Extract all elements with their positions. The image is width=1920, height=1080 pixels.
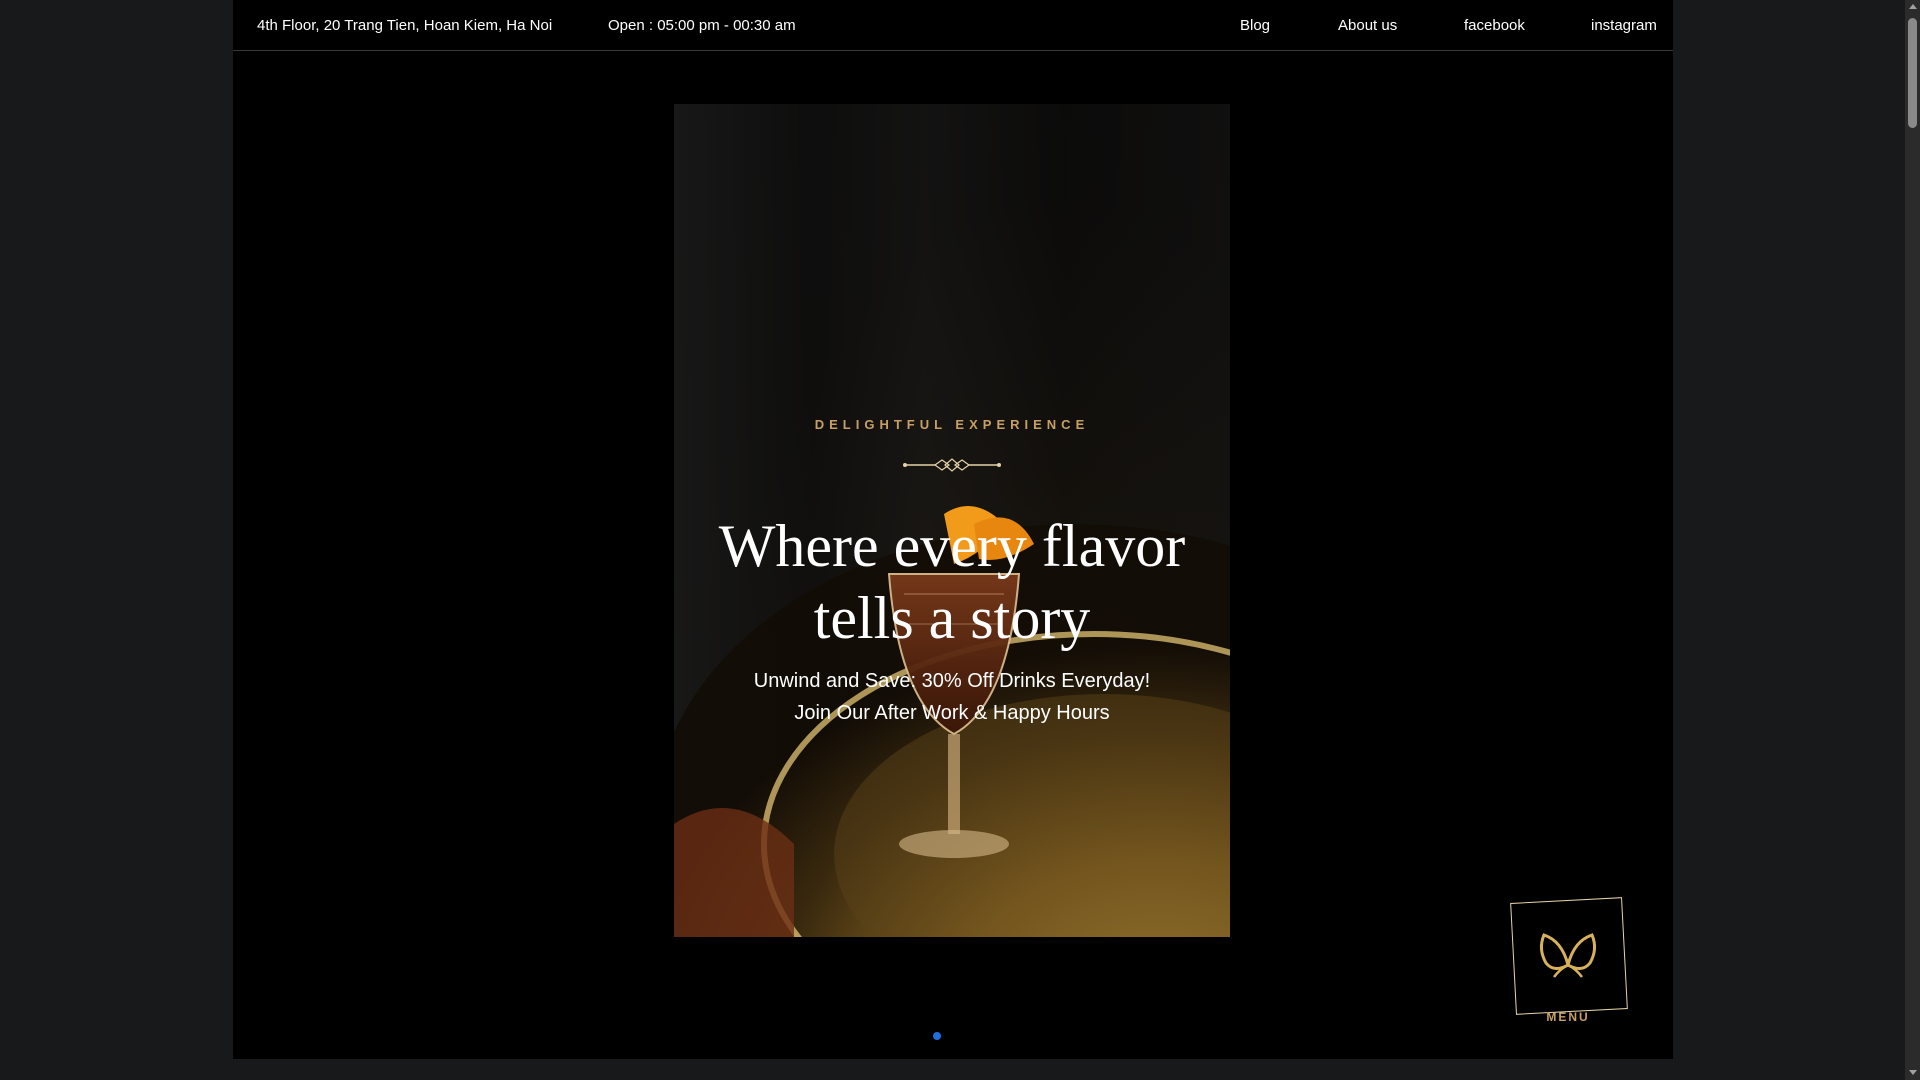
- scroll-down-icon[interactable]: [1909, 1070, 1917, 1075]
- hero-eyebrow: DELIGHTFUL EXPERIENCE: [814, 417, 1090, 432]
- menu-button[interactable]: MENU: [1510, 897, 1628, 1024]
- top-bar: 4th Floor, 20 Trang Tien, Hoan Kiem, Ha …: [233, 0, 1673, 51]
- slider-dot-active[interactable]: [933, 1032, 941, 1040]
- address-text: 4th Floor, 20 Trang Tien, Hoan Kiem, Ha …: [257, 17, 553, 34]
- hero-happy-hour-text: Join Our After Work & Happy Hours: [794, 702, 1110, 724]
- page-scrollbar[interactable]: [1905, 0, 1920, 1080]
- page: 4th Floor, 20 Trang Tien, Hoan Kiem, Ha …: [0, 0, 1920, 1080]
- ornament-divider-icon: [903, 458, 1001, 472]
- menu-button-label: MENU: [1546, 1010, 1590, 1024]
- nav-link-blog[interactable]: Blog: [1240, 17, 1270, 34]
- hero-headline: Where every flavor tells a story: [718, 513, 1186, 651]
- hero-promo-text: Unwind and Save: 30% Off Drinks Everyday…: [753, 670, 1151, 692]
- nav-link-instagram[interactable]: instagram: [1591, 17, 1657, 34]
- main-container: 4th Floor, 20 Trang Tien, Hoan Kiem, Ha …: [233, 0, 1673, 1059]
- scrollbar-thumb[interactable]: [1908, 18, 1917, 128]
- nav-link-about-us[interactable]: About us: [1338, 17, 1397, 34]
- scroll-up-icon[interactable]: [1909, 4, 1917, 9]
- butterfly-logo-icon: [1539, 933, 1597, 978]
- nav-link-facebook[interactable]: facebook: [1464, 17, 1525, 34]
- opening-hours-text: Open : 05:00 pm - 00:30 am: [608, 17, 796, 34]
